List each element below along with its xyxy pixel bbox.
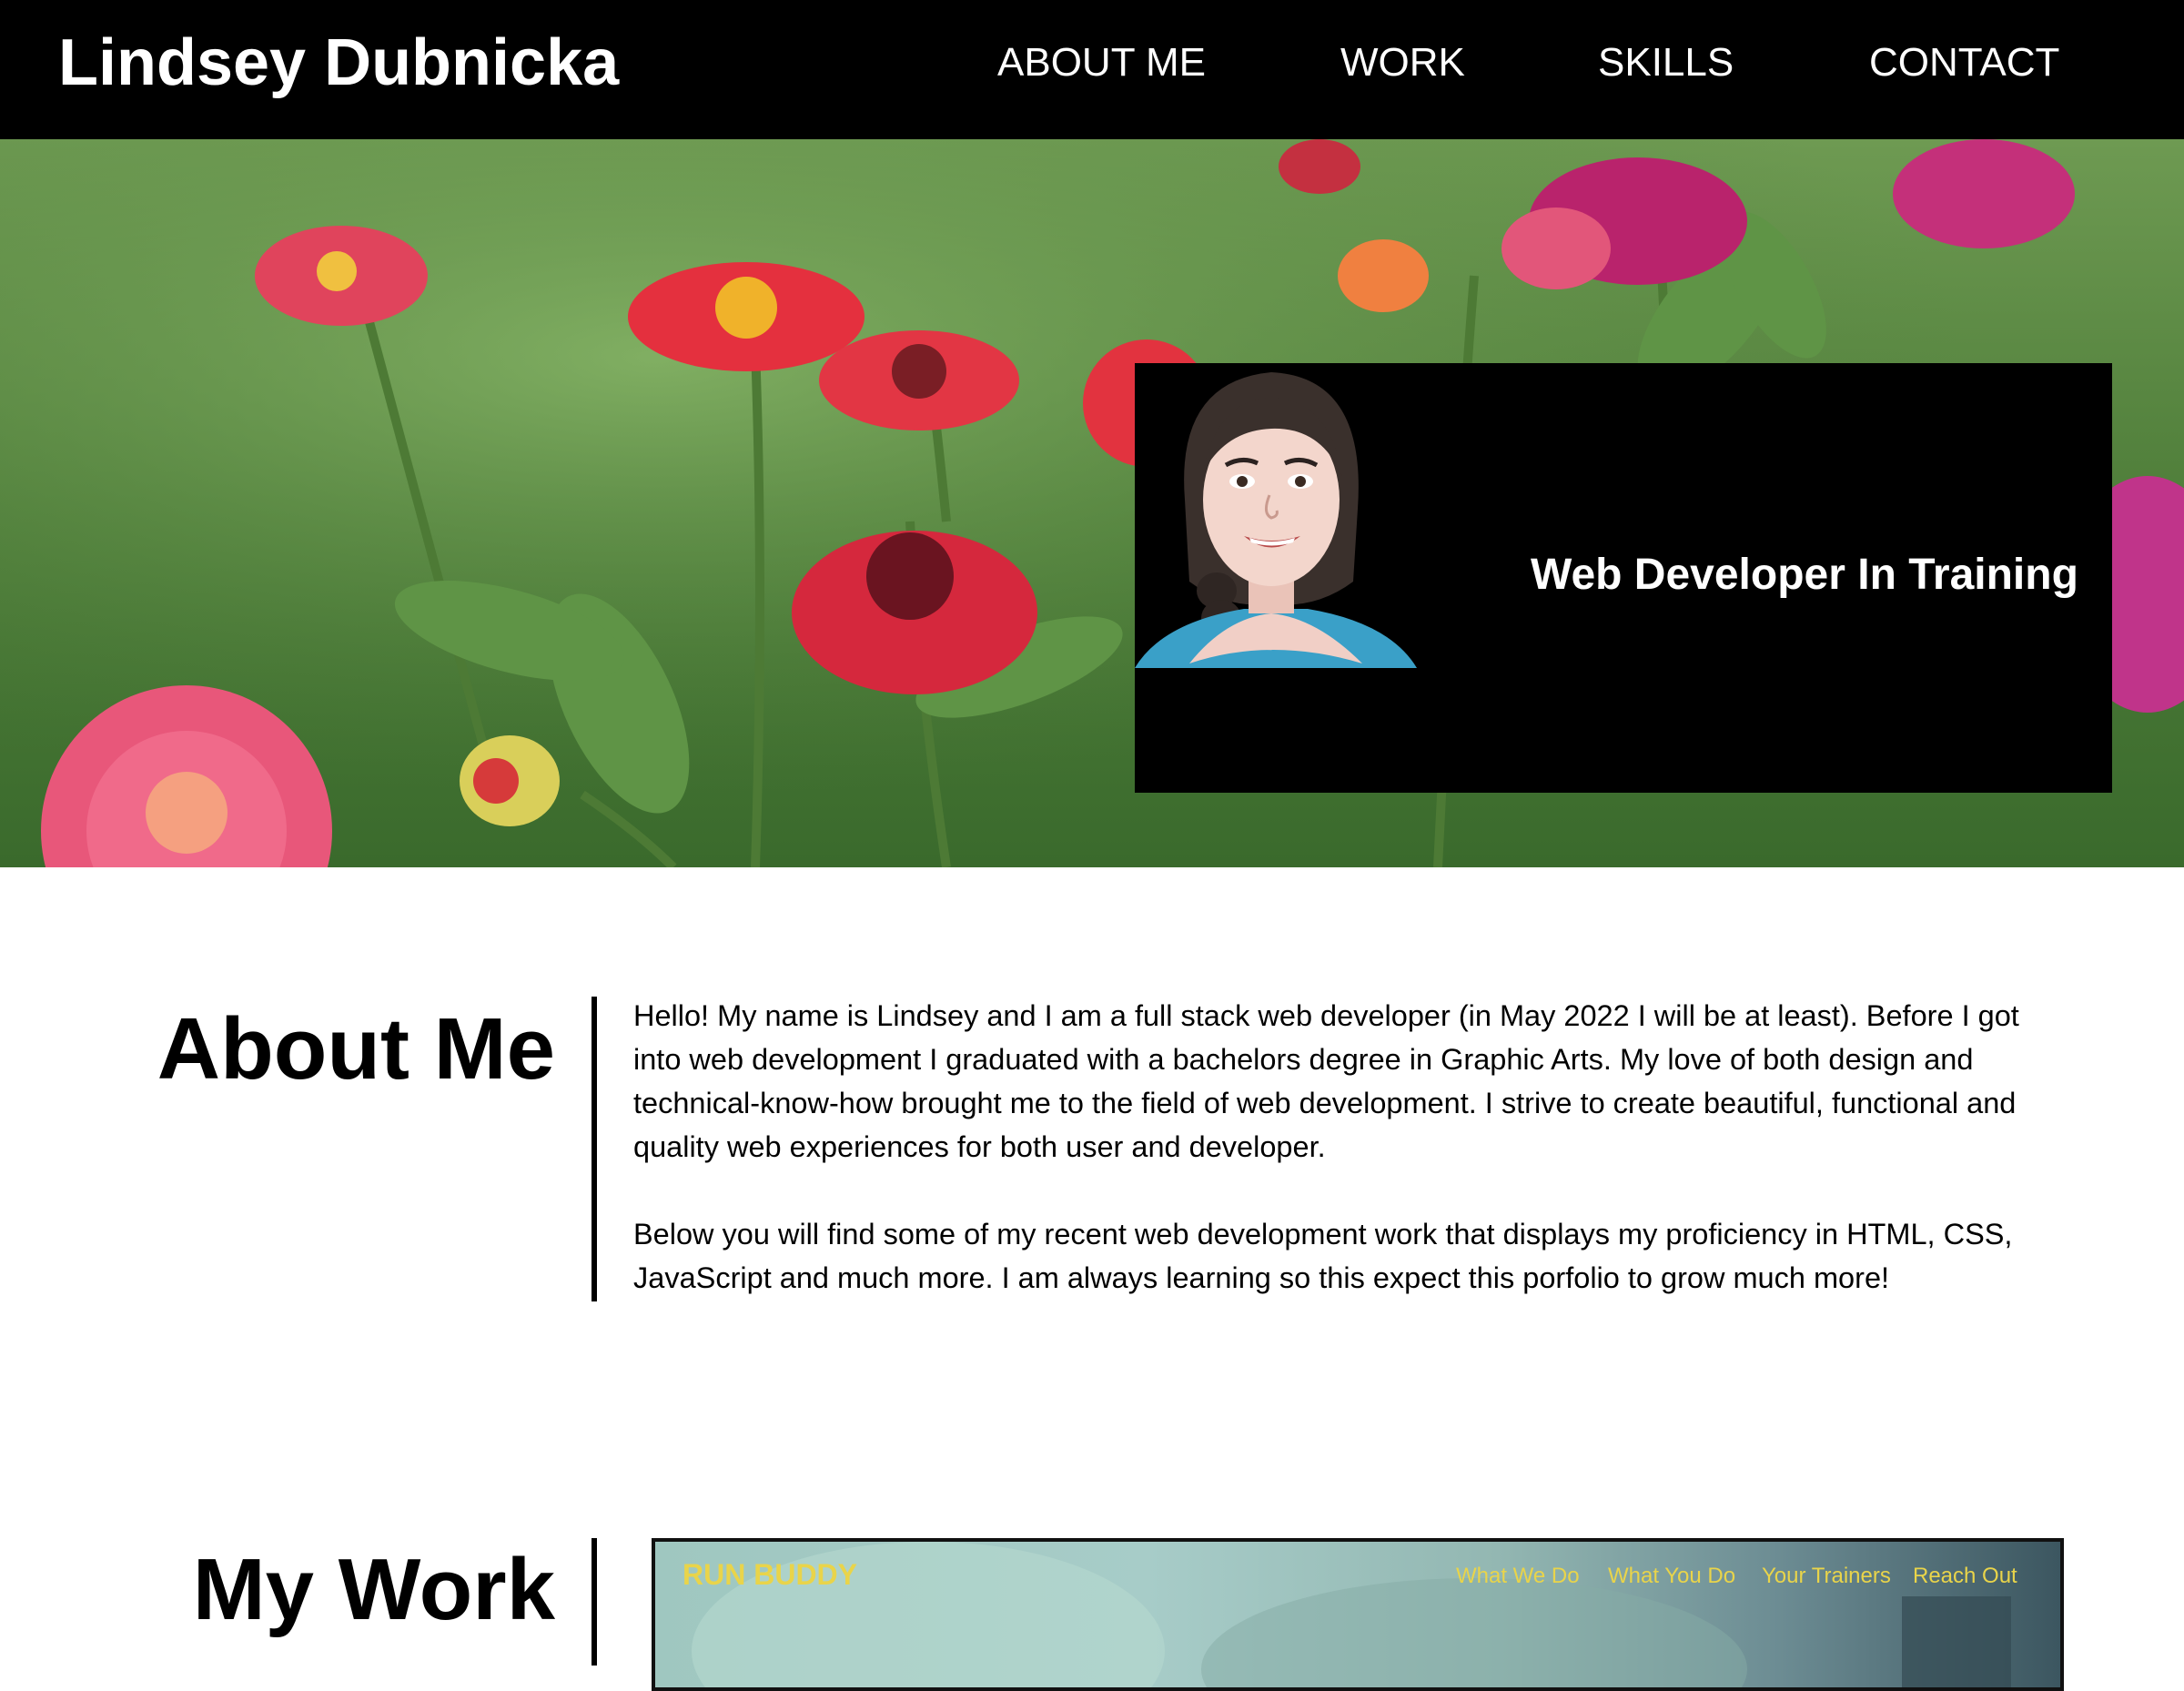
project-screenshot-run-buddy[interactable]: RUN BUDDY What We Do What You Do Your Tr… [652,1538,2064,1691]
work-divider [592,1538,597,1666]
about-paragraph-1: Hello! My name is Lindsey and I am a ful… [633,999,2019,1163]
project-logo: RUN BUDDY [682,1558,857,1591]
project-nav-what-we-do: What We Do [1456,1564,1580,1588]
nav-link-about-me[interactable]: ABOUT ME [997,40,1206,86]
project-nav-what-you-do: What You Do [1608,1564,1736,1588]
about-body: Hello! My name is Lindsey and I am a ful… [633,994,2071,1343]
project-nav-reach-out: Reach Out [1913,1564,2017,1588]
about-title: About Me [157,1000,555,1098]
project-nav-your-trainers: Your Trainers [1762,1564,1891,1588]
hero-banner: Web Developer In Training [0,139,2184,867]
nav-link-contact[interactable]: CONTACT [1869,40,2059,86]
site-header: Lindsey Dubnicka ABOUT ME WORK SKILLS CO… [0,0,2184,139]
nav-link-skills[interactable]: SKILLS [1598,40,1734,86]
work-title: My Work [192,1541,555,1638]
nav-link-work[interactable]: WORK [1340,40,1465,86]
hero-tagline: Web Developer In Training [1531,551,2078,599]
about-paragraph-2: Below you will find some of my recent we… [633,1218,2013,1294]
cartoon-avatar-icon [1135,372,1417,668]
site-brand[interactable]: Lindsey Dubnicka [58,25,619,100]
hero-card: Web Developer In Training [1135,363,2112,793]
about-divider [592,997,597,1301]
